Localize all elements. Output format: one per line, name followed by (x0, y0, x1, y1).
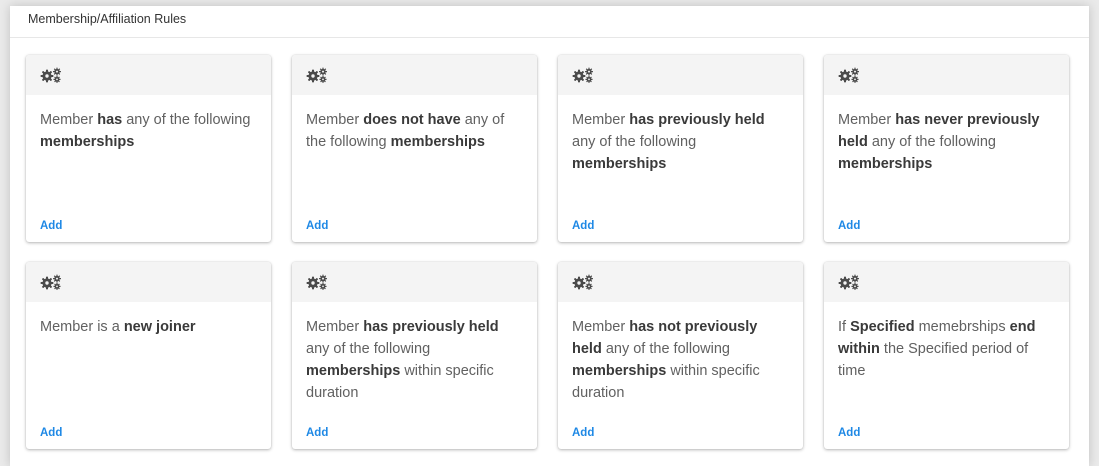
rule-card-2: Member does not have any of the followin… (292, 55, 537, 242)
rule-keyword: memberships (40, 134, 135, 150)
rule-card-4: Member has never previously held any of … (824, 55, 1069, 242)
gears-icon (306, 67, 328, 83)
rule-text: any of the following (306, 341, 431, 357)
gears-icon (40, 274, 62, 290)
rule-keyword: memberships (572, 363, 667, 379)
add-link[interactable]: Add (306, 427, 328, 439)
add-link[interactable]: Add (40, 427, 62, 439)
rule-text: Member (40, 112, 98, 128)
rule-text: Member (572, 319, 630, 335)
rule-keyword: memberships (306, 363, 401, 379)
panel-title: Membership/Affiliation Rules (10, 6, 1089, 38)
rule-card-6: Member has previously held any of the fo… (292, 262, 537, 449)
rule-keyword: has previously held (363, 319, 499, 335)
add-link[interactable]: Add (838, 220, 860, 232)
rule-description: Member has not previously held any of th… (558, 302, 803, 404)
rule-description: Member does not have any of the followin… (292, 95, 537, 153)
rule-card-1: Member has any of the following membersh… (26, 55, 271, 242)
rule-card-header (558, 55, 803, 95)
rule-keyword: memberships (572, 156, 667, 172)
rule-keyword: has previously held (629, 112, 765, 128)
gears-icon (838, 274, 860, 290)
membership-rules-panel: Membership/Affiliation Rules Member has … (10, 6, 1089, 466)
rule-card-grid: Member has any of the following membersh… (26, 55, 1069, 449)
rule-card-header (292, 55, 537, 95)
rule-text: memebrships (914, 319, 1010, 335)
rule-card-3: Member has previously held any of the fo… (558, 55, 803, 242)
rule-card-5: Member is a new joiner Add (26, 262, 271, 449)
rule-card-header (824, 262, 1069, 302)
rule-text: any of the following (867, 134, 996, 150)
rule-description: Member has any of the following membersh… (26, 95, 271, 153)
gears-icon (838, 67, 860, 83)
rule-card-header (26, 55, 271, 95)
rule-keyword: memberships (838, 156, 933, 172)
rule-description: Member is a new joiner (26, 302, 271, 338)
add-link[interactable]: Add (572, 427, 594, 439)
rule-text: If (838, 319, 851, 335)
add-link[interactable]: Add (572, 220, 594, 232)
rule-card-header (292, 262, 537, 302)
rule-keyword: memberships (390, 134, 485, 150)
gears-icon (306, 274, 328, 290)
rule-card-header (824, 55, 1069, 95)
rule-description: Member has previously held any of the fo… (292, 302, 537, 404)
add-link[interactable]: Add (838, 427, 860, 439)
rule-text: any of the following (601, 341, 730, 357)
rule-description: Member has previously held any of the fo… (558, 95, 803, 175)
add-link[interactable]: Add (306, 220, 328, 232)
rule-description: If Specified memebrships end within the … (824, 302, 1069, 382)
rule-keyword: has (97, 112, 123, 128)
rule-card-8: If Specified memebrships end within the … (824, 262, 1069, 449)
rule-card-7: Member has not previously held any of th… (558, 262, 803, 449)
rule-card-header (26, 262, 271, 302)
rule-description: Member has never previously held any of … (824, 95, 1069, 175)
rule-text: Member (306, 112, 364, 128)
rule-text: any of the following (122, 112, 251, 128)
add-link[interactable]: Add (40, 220, 62, 232)
rule-text: Member (572, 112, 630, 128)
rule-text: Member is a (40, 319, 124, 335)
gears-icon (40, 67, 62, 83)
rule-keyword: Specified (850, 319, 915, 335)
rule-text: Member (306, 319, 364, 335)
gears-icon (572, 67, 594, 83)
rule-card-header (558, 262, 803, 302)
rule-keyword: new joiner (123, 319, 196, 335)
gears-icon (572, 274, 594, 290)
rule-text: any of the following (572, 134, 697, 150)
rule-keyword: does not have (363, 112, 461, 128)
rule-text: Member (838, 112, 896, 128)
